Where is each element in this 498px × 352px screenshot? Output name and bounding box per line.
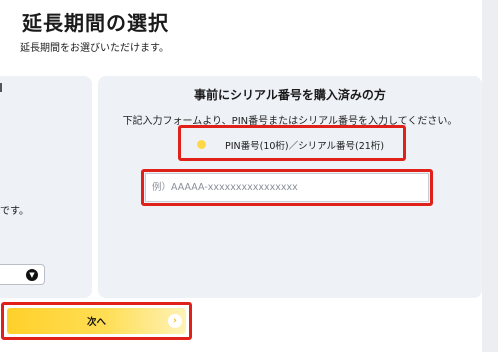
chevron-down-icon: ▼ [26,269,38,281]
next-button-label: 次へ [86,317,106,328]
radio-indicator-partial [0,83,2,92]
page-title: 延長期間の選択 [22,11,169,35]
period-select[interactable]: ▼ [0,264,45,285]
scroll-edge [482,0,498,352]
page-subtitle: 延長期間をお選びいただけます。 [20,43,169,54]
radio-label: PIN番号(10桁)／シリアル番号(21桁) [225,141,385,152]
option-description-text: です。 [0,206,29,217]
next-button[interactable]: 次へ › [7,308,186,334]
serial-panel-heading: 事前にシリアル番号を購入済みの方 [194,88,386,102]
serial-number-panel: 事前にシリアル番号を購入済みの方 下記入力フォームより、PIN番号またはシリアル… [98,76,482,298]
pin-serial-radio-option[interactable]: PIN番号(10桁)／シリアル番号(21桁) [178,125,406,161]
radio-button[interactable] [197,140,206,149]
serial-number-input[interactable] [145,173,429,202]
next-button-highlight: 次へ › [1,302,192,340]
chevron-right-icon: › [168,314,182,328]
option-panel-left: です。 ▼ [0,76,92,298]
serial-input-highlight [141,169,433,206]
